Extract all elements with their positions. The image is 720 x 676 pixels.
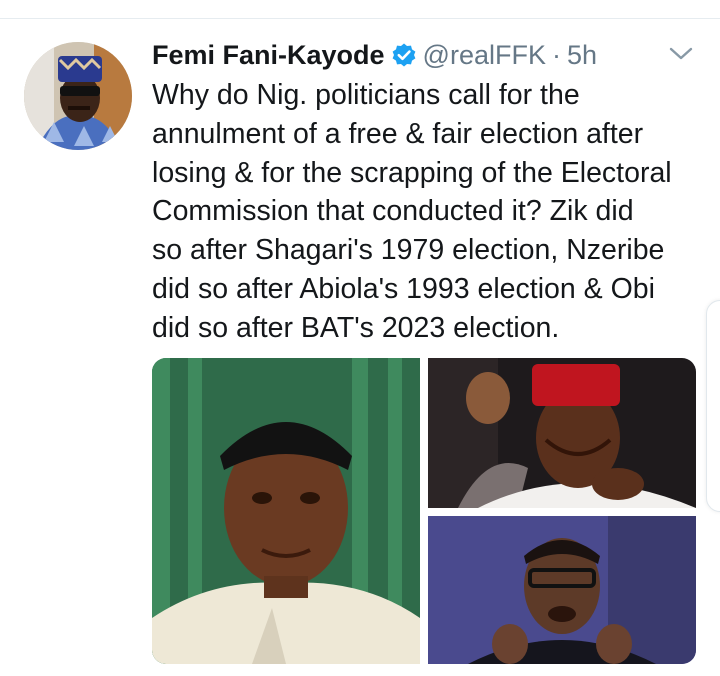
tweet-photo-2[interactable]	[428, 358, 696, 508]
tweet-header: Femi Fani-Kayode @realFFK · 5h	[152, 38, 597, 72]
scroll-overlay-edge	[706, 300, 720, 512]
tweet-media-grid	[152, 358, 696, 664]
top-divider	[0, 18, 720, 19]
separator-dot: ·	[551, 39, 561, 70]
tweet-text-line: annulment of a free & fair election afte…	[152, 117, 644, 150]
author-avatar[interactable]	[24, 42, 132, 150]
tweet-text: Why do Nig. politicians call for the ann…	[152, 76, 712, 348]
tweet-photo-1[interactable]	[152, 358, 420, 664]
tweet-text-line: Commission that conducted it? Zik did	[152, 195, 634, 228]
tweet-photo-3[interactable]	[428, 516, 696, 664]
tweet-text-line: did so after BAT's 2023 election.	[152, 311, 560, 344]
author-handle[interactable]: @realFFK	[423, 40, 546, 71]
tweet-text-line: Why do Nig. politicians call for the	[152, 79, 580, 111]
chevron-down-icon[interactable]	[668, 44, 694, 64]
tweet-text-line: so after Shagari's 1979 election, Nzerib…	[152, 234, 665, 267]
author-name[interactable]: Femi Fani-Kayode	[152, 40, 385, 71]
tweet-text-line: losing & for the scrapping of the Electo…	[152, 156, 672, 189]
avatar-image	[24, 42, 132, 150]
tweet-timestamp[interactable]: 5h	[567, 40, 597, 71]
verified-badge-icon	[391, 42, 417, 68]
tweet-text-line: did so after Abiola's 1993 election & Ob…	[152, 272, 655, 305]
